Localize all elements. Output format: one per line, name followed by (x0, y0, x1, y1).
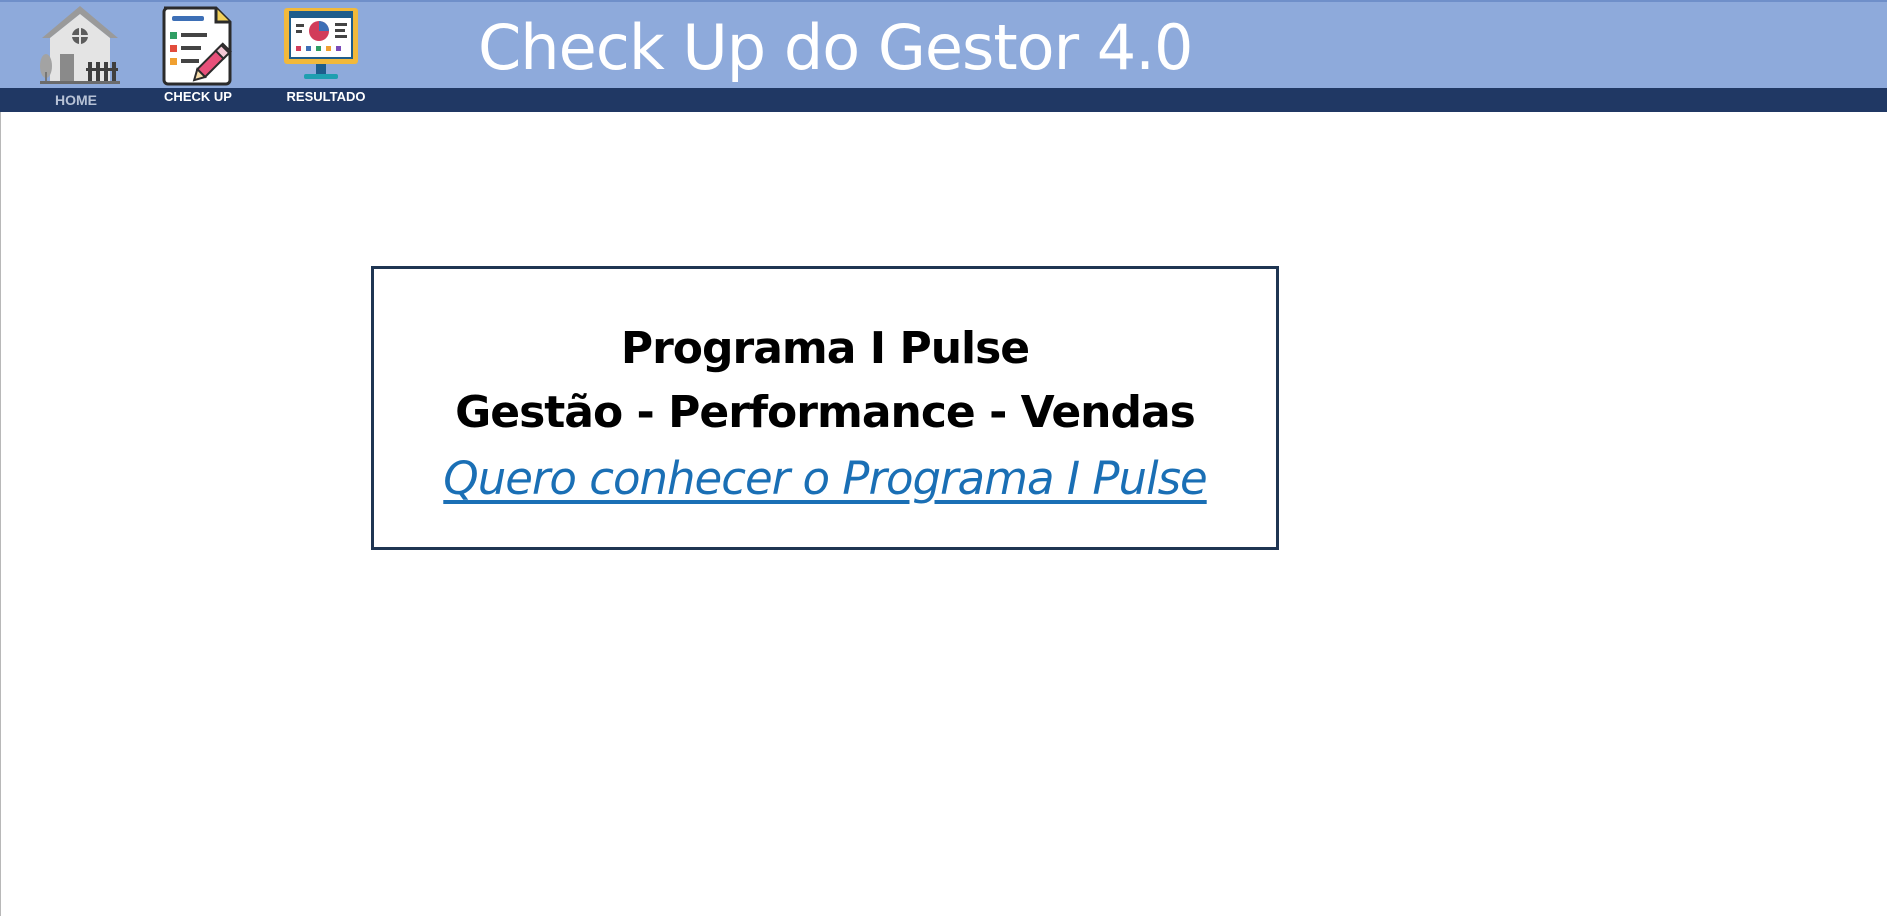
nav-checkup-label[interactable]: CHECK UP (160, 89, 236, 104)
app-title: Check Up do Gestor 4.0 (478, 11, 1193, 84)
nav-home-button[interactable] (38, 2, 122, 86)
promo-link[interactable]: Quero conhecer o Programa I Pulse (443, 445, 1207, 513)
window-left-edge (0, 0, 1, 916)
checklist-pencil-icon (162, 6, 232, 86)
nav-resultado-button[interactable] (282, 2, 362, 86)
nav-checkup-button[interactable] (160, 2, 240, 86)
promo-title: Programa I Pulse (620, 323, 1030, 374)
nav-home-label[interactable]: HOME (38, 92, 114, 108)
monitor-chart-icon (284, 8, 358, 79)
promo-subtitle: Gestão - Performance - Vendas (455, 387, 1196, 438)
promo-box: Programa I Pulse Gestão - Performance - … (371, 266, 1279, 550)
nav-resultado-label[interactable]: RESULTADO (282, 89, 370, 104)
house-icon (40, 6, 120, 84)
